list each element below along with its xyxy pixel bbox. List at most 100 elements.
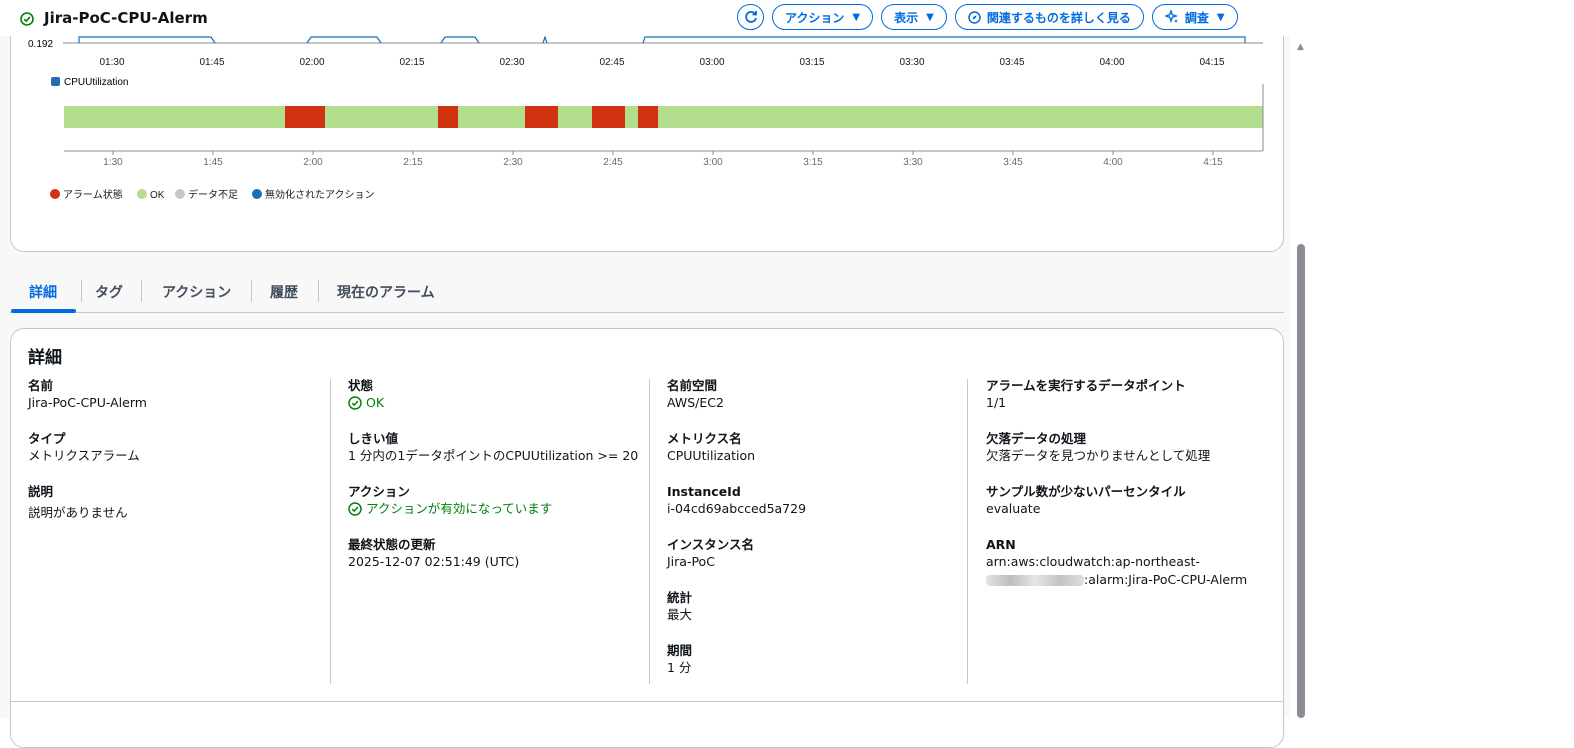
field-label: 名前空間 xyxy=(667,378,718,393)
field-actions: アクション アクションが有効になっています xyxy=(348,483,648,518)
timeline-x-tick-label: 3:15 xyxy=(803,157,823,168)
field-label: ARN xyxy=(986,537,1016,552)
legend-label: アラーム状態 xyxy=(63,188,123,201)
field-instance-name: インスタンス名 Jira-PoC xyxy=(667,536,967,571)
legend-swatch xyxy=(252,189,262,199)
metric-x-tick-label: 03:15 xyxy=(799,57,824,68)
field-value: Jira-PoC-CPU-Alerm xyxy=(28,395,147,410)
field-metric-name: メトリクス名 CPUUtilization xyxy=(667,430,967,465)
details-column-1: 名前 Jira-PoC-CPU-Alerm タイプ メトリクスアラーム 説明 説… xyxy=(28,377,328,540)
tab-separator xyxy=(318,280,319,302)
field-label: 最終状態の更新 xyxy=(348,537,436,552)
field-label: サンプル数が少ないパーセンタイル xyxy=(986,484,1186,499)
field-label: メトリクス名 xyxy=(667,431,742,446)
alarm-title: Jira-PoC-CPU-Alerm xyxy=(44,9,208,27)
metric-x-tick-label: 02:15 xyxy=(399,57,424,68)
timeline-x-tick-label: 2:00 xyxy=(303,157,323,168)
timeline-x-tick-label: 4:00 xyxy=(1103,157,1123,168)
metric-x-tick-label: 01:45 xyxy=(199,57,224,68)
state-alarm-segment xyxy=(638,106,658,128)
metric-x-tick-label: 02:30 xyxy=(499,57,524,68)
field-value: 最大 xyxy=(667,607,693,622)
page-header: Jira-PoC-CPU-Alerm アクション ▼ 表示 ▼ 関連するものを詳しく… xyxy=(0,0,1300,36)
timeline-x-tick-label: 3:30 xyxy=(903,157,923,168)
cpu-utilization-line xyxy=(78,35,1246,44)
tab-history[interactable]: 履歴 xyxy=(270,282,298,302)
legend-label: 無効化されたアクション xyxy=(265,188,375,201)
field-value: evaluate xyxy=(986,501,1041,516)
redacted-account-id xyxy=(986,575,1084,586)
state-alarm-segment xyxy=(285,106,325,128)
tab-current-alarms[interactable]: 現在のアラーム xyxy=(337,282,435,302)
actions-button-label: アクション xyxy=(785,10,845,25)
timeline-x-tick-label: 2:30 xyxy=(503,157,523,168)
state-alarm-segment xyxy=(592,106,625,128)
timeline-x-tick-label: 3:45 xyxy=(1003,157,1023,168)
field-value: 1 分内の1データポイントのCPUUtilization >= 20 xyxy=(348,448,639,463)
timeline-x-ticks: 1:30 1:45 2:00 2:15 2:30 2:45 3:00 3:15 3:30 3:45… xyxy=(103,151,1223,168)
details-heading: 詳細 xyxy=(28,348,62,368)
timeline-x-tick-label: 4:15 xyxy=(1203,157,1223,168)
metric-x-tick-label: 04:00 xyxy=(1099,57,1124,68)
state-alarm-segment xyxy=(525,106,558,128)
state-ok-band xyxy=(64,106,1263,128)
arn-line-1: arn:aws:cloudwatch:ap-northeast- xyxy=(986,554,1200,569)
field-type: タイプ メトリクスアラーム xyxy=(28,430,328,465)
metric-x-tick-label: 03:00 xyxy=(699,57,724,68)
timeline-x-tick-label: 1:45 xyxy=(203,157,223,168)
field-statistic: 統計 最大 xyxy=(667,589,967,624)
view-dropdown-button[interactable]: 表示 ▼ xyxy=(881,4,947,30)
metric-legend-label: CPUUtilization xyxy=(64,77,128,88)
state-alarm-segment xyxy=(438,106,458,128)
details-panel: 詳細 名前 Jira-PoC-CPU-Alerm タイプ メトリクスアラーム 説… xyxy=(10,328,1284,748)
tab-separator xyxy=(81,280,82,302)
field-value: 欠落データを見つかりませんとして処理 xyxy=(986,448,1211,463)
field-label: InstanceId xyxy=(667,484,741,499)
field-arn: ARN arn:aws:cloudwatch:ap-northeast- :al… xyxy=(986,536,1286,589)
legend-swatch xyxy=(175,189,185,199)
caret-down-icon: ▼ xyxy=(852,11,861,23)
field-label: 期間 xyxy=(667,643,693,658)
alarm-chart-panel: 0.192 01:30 01:45 02:00 02:15 02:30 02:45 03:0… xyxy=(10,0,1284,252)
explore-related-button[interactable]: 関連するものを詳しく見る xyxy=(954,4,1144,30)
scrollbar-thumb[interactable] xyxy=(1297,244,1305,718)
active-tab-indicator xyxy=(11,309,76,313)
field-last-update: 最終状態の更新 2025-12-07 02:51:49 (UTC) xyxy=(348,536,648,571)
timeline-x-tick-label: 1:30 xyxy=(103,157,123,168)
field-description: 説明 説明がありません xyxy=(28,483,328,522)
details-column-4: アラームを実行するデータポイント 1/1 欠落データの処理 欠落データを見つかり… xyxy=(986,377,1286,607)
refresh-button[interactable] xyxy=(737,4,764,30)
field-label: インスタンス名 xyxy=(667,537,755,552)
compass-icon xyxy=(968,10,981,24)
field-threshold: しきい値 1 分内の1データポイントのCPUUtilization >= 20 xyxy=(348,430,648,465)
panel-divider xyxy=(11,701,1283,702)
arn-suffix: :alarm:Jira-PoC-CPU-Alerm xyxy=(1084,572,1248,587)
field-period: 期間 1 分 xyxy=(667,642,967,677)
view-button-label: 表示 xyxy=(894,10,919,25)
field-label: 統計 xyxy=(667,590,693,605)
tab-actions[interactable]: アクション xyxy=(162,282,231,302)
detail-tabs: 詳細 タグ アクション 履歴 現在のアラーム xyxy=(10,276,1284,313)
field-value: 1 分 xyxy=(667,660,692,675)
field-state: 状態 OK xyxy=(348,377,648,412)
tab-details[interactable]: 詳細 xyxy=(29,282,57,302)
field-value: メトリクスアラーム xyxy=(28,448,140,463)
field-value: AWS/EC2 xyxy=(667,395,724,410)
actions-dropdown-button[interactable]: アクション ▼ xyxy=(772,4,874,30)
timeline-x-tick-label: 2:45 xyxy=(603,157,623,168)
field-label: 欠落データの処理 xyxy=(986,431,1087,446)
tab-tags[interactable]: タグ xyxy=(95,282,123,302)
field-datapoints: アラームを実行するデータポイント 1/1 xyxy=(986,377,1286,412)
tab-separator xyxy=(251,280,252,302)
scroll-up-arrow-icon[interactable]: ▲ xyxy=(1297,42,1304,52)
metric-x-ticks: 01:30 01:45 02:00 02:15 02:30 02:45 03:00 03:15… xyxy=(99,57,1224,68)
legend-swatch-cpu xyxy=(51,77,60,86)
investigate-dropdown-button[interactable]: 調査 ▼ xyxy=(1151,4,1238,30)
field-value: 1/1 xyxy=(986,395,1007,410)
field-missing-data: 欠落データの処理 欠落データを見つかりませんとして処理 xyxy=(986,430,1286,465)
metric-x-tick-label: 03:45 xyxy=(999,57,1024,68)
sparkle-icon xyxy=(1164,10,1179,24)
actions-value: アクションが有効になっています xyxy=(348,500,648,518)
field-value: i-04cd69abcced5a729 xyxy=(667,501,807,516)
details-column-2: 状態 OK しきい値 1 分内の1データポイントのCPUUtilization … xyxy=(348,377,648,589)
